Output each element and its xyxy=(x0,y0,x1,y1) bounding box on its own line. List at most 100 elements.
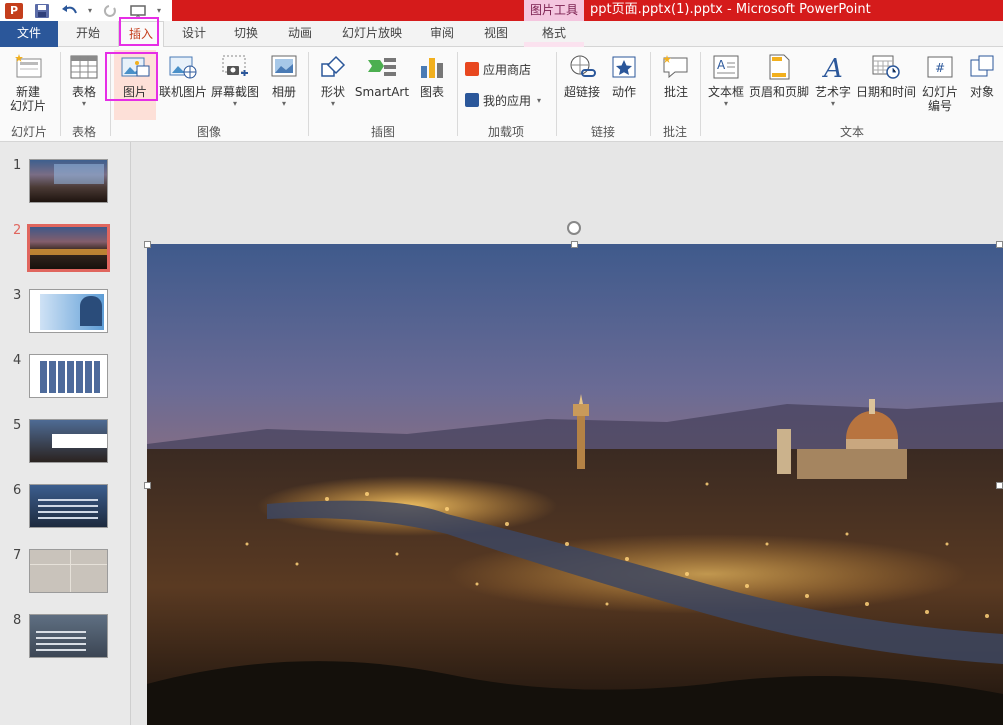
smartart-button[interactable]: SmartArt xyxy=(354,50,410,120)
chart-label: 图表 xyxy=(419,85,444,99)
slide-number-5: 5 xyxy=(13,418,22,433)
chart-button[interactable]: 图表 xyxy=(412,50,452,120)
table-button[interactable]: 表格 ▾ xyxy=(64,50,104,120)
comment-button[interactable]: 批注 xyxy=(656,50,696,120)
picture-label: 图片 xyxy=(122,85,147,99)
smartart-icon xyxy=(366,50,398,84)
group-label-links: 链接 xyxy=(590,125,615,139)
undo-icon[interactable] xyxy=(56,0,84,21)
group-label-illustrations: 插图 xyxy=(370,125,395,139)
resize-handle-top[interactable] xyxy=(571,241,578,248)
calendar-clock-icon xyxy=(871,50,901,84)
hyperlink-icon xyxy=(567,50,597,84)
undo-dropdown-icon[interactable]: ▾ xyxy=(84,0,96,21)
resize-handle-right[interactable] xyxy=(996,482,1003,489)
tab-insert[interactable]: 插入 xyxy=(118,21,164,48)
my-apps-label: 我的应用 xyxy=(483,93,532,108)
my-apps-icon xyxy=(465,93,479,107)
tab-slideshow[interactable]: 幻灯片放映 xyxy=(332,21,412,47)
screenshot-label: 屏幕截图 xyxy=(210,85,259,99)
powerpoint-logo-icon: P xyxy=(0,0,28,21)
textbox-icon: A xyxy=(711,50,741,84)
group-divider xyxy=(556,52,557,136)
tab-transitions[interactable]: 切换 xyxy=(224,21,268,47)
shapes-button[interactable]: 形状 ▾ xyxy=(313,50,353,120)
picture-button[interactable]: 图片 xyxy=(114,50,156,120)
online-picture-icon xyxy=(168,50,198,84)
ribbon: 新建 幻灯片 幻灯片 表格 ▾ 表格 图片 联机图片 屏幕截图 ▾ 相册 ▾ 图… xyxy=(0,47,1003,142)
action-button[interactable]: 动作 xyxy=(605,50,643,120)
textbox-label: 文本框 xyxy=(707,85,744,99)
tab-format[interactable]: 格式 xyxy=(530,21,578,47)
new-slide-button[interactable]: 新建 幻灯片 xyxy=(3,50,53,120)
wordart-icon: A xyxy=(818,50,848,84)
customize-qat-icon[interactable]: ▾ xyxy=(152,0,166,21)
tab-review[interactable]: 审阅 xyxy=(420,21,464,47)
resize-handle-top-right[interactable] xyxy=(996,241,1003,248)
tab-file[interactable]: 文件 xyxy=(0,21,58,47)
slide-number-1: 1 xyxy=(13,158,22,173)
album-icon xyxy=(269,50,299,84)
store-icon xyxy=(465,62,479,76)
slide-number-8: 8 xyxy=(13,613,22,628)
svg-text:A: A xyxy=(717,58,726,72)
action-icon xyxy=(610,50,638,84)
resize-handle-left[interactable] xyxy=(144,482,151,489)
header-footer-button[interactable]: 页眉和页脚 xyxy=(748,50,810,120)
group-label-slides: 幻灯片 xyxy=(10,125,47,139)
online-picture-button[interactable]: 联机图片 xyxy=(157,50,209,120)
tab-animations[interactable]: 动画 xyxy=(278,21,322,47)
wordart-button[interactable]: A 艺术字 ▾ xyxy=(812,50,854,120)
textbox-button[interactable]: A 文本框 ▾ xyxy=(704,50,748,120)
slide-thumbnail-4[interactable] xyxy=(29,354,108,398)
slide-thumbnail-7[interactable] xyxy=(29,549,108,593)
rotate-handle-icon[interactable] xyxy=(567,221,581,235)
slide-number-label-2: 编号 xyxy=(927,99,952,113)
screenshot-icon xyxy=(220,50,250,84)
store-label: 应用商店 xyxy=(483,62,532,77)
save-icon[interactable] xyxy=(28,0,56,21)
slide-thumbnail-5[interactable] xyxy=(29,419,108,463)
slide-thumbnail-6[interactable] xyxy=(29,484,108,528)
shapes-icon xyxy=(318,50,348,84)
group-divider xyxy=(650,52,651,136)
album-button[interactable]: 相册 ▾ xyxy=(264,50,304,120)
slide-thumbnail-8[interactable] xyxy=(29,614,108,658)
tab-view[interactable]: 视图 xyxy=(474,21,518,47)
online-picture-label: 联机图片 xyxy=(158,85,207,99)
datetime-label: 日期和时间 xyxy=(855,85,916,99)
screenshot-button[interactable]: 屏幕截图 ▾ xyxy=(208,50,262,120)
resize-handle-top-left[interactable] xyxy=(144,241,151,248)
shapes-label: 形状 xyxy=(320,85,345,99)
redo-icon[interactable] xyxy=(96,0,124,21)
store-button[interactable]: 应用商店 xyxy=(465,59,531,79)
group-label-text: 文本 xyxy=(839,125,864,139)
slide-thumbnail-3[interactable] xyxy=(29,289,108,333)
object-button[interactable]: 对象 xyxy=(964,50,1000,120)
my-apps-button[interactable]: 我的应用 ▾ xyxy=(465,90,541,110)
group-divider xyxy=(308,52,309,136)
slide-picture-florence[interactable] xyxy=(147,244,1003,725)
tab-design[interactable]: 设计 xyxy=(172,21,216,47)
action-label: 动作 xyxy=(611,85,636,99)
hyperlink-button[interactable]: 超链接 xyxy=(561,50,603,120)
slide-number-icon: # xyxy=(925,50,955,84)
slide-number-6: 6 xyxy=(13,483,22,498)
slide-thumbnail-2[interactable] xyxy=(27,224,110,272)
object-icon xyxy=(968,50,996,84)
ribbon-tabs: 文件 开始 插入 设计 切换 动画 幻灯片放映 审阅 视图 格式 xyxy=(0,21,1003,68)
datetime-button[interactable]: 日期和时间 xyxy=(854,50,918,120)
table-icon xyxy=(69,50,99,84)
header-footer-icon xyxy=(766,50,792,84)
new-slide-label-1: 新建 xyxy=(15,85,40,99)
slide-thumbnail-1[interactable] xyxy=(29,159,108,203)
comment-icon xyxy=(661,50,691,84)
tab-home[interactable]: 开始 xyxy=(66,21,110,47)
slide-number-button[interactable]: # 幻灯片 编号 xyxy=(918,50,962,120)
slide-thumbnail-pane[interactable]: 1 2 3 4 5 6 7 8 xyxy=(0,142,131,725)
group-divider xyxy=(60,52,61,136)
object-label: 对象 xyxy=(969,85,994,99)
start-slideshow-icon[interactable] xyxy=(124,0,152,21)
svg-text:#: # xyxy=(935,61,945,75)
svg-text:A: A xyxy=(822,54,843,81)
